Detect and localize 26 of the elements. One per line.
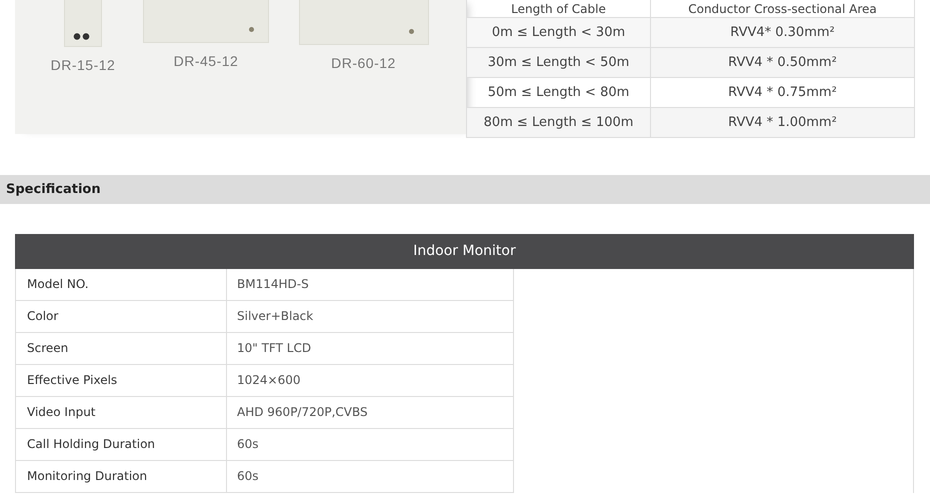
power-supply-drawing — [64, 0, 102, 47]
table-cell: Effective Pixels — [16, 365, 227, 396]
table-cell-text: Silver+Black — [236, 308, 314, 325]
product-caption: DR-60-12 — [331, 55, 396, 71]
table-cell: 30m ≤ Length < 50m — [466, 48, 650, 78]
product-caption: DR-15-12 — [50, 57, 116, 73]
table-cell: 80m ≤ Length ≤ 100m — [466, 108, 650, 138]
table-cell-text: AHD 960P/720P,CVBS — [236, 404, 368, 421]
table-cell-text: 1024×600 — [236, 372, 300, 389]
table-cell: 0m ≤ Length < 30m — [466, 18, 650, 48]
table-cell: RVV4 * 0.50mm² — [650, 48, 914, 78]
product-caption: DR-45-12 — [174, 53, 238, 69]
table-cell-text: 60s — [236, 468, 259, 485]
table-cell: RVV4* 0.30mm² — [650, 18, 914, 48]
table-cell: Screen — [16, 333, 227, 364]
table-cell: Monitoring Duration — [16, 461, 227, 492]
table-cell: Video Input — [16, 397, 227, 428]
table-cell: Model NO. — [16, 269, 227, 300]
table-cell: RVV4 * 1.00mm² — [650, 108, 914, 138]
section-title: Specification — [6, 182, 101, 197]
table-cell: Call Holding Duration — [16, 429, 227, 460]
table-cell-text: 10" TFT LCD — [236, 340, 312, 357]
table-cell-text: 60s — [236, 436, 259, 453]
table-cell: Color — [16, 301, 227, 332]
table-cell-text: BM114HD-S — [236, 276, 309, 293]
table-title: Indoor Monitor — [15, 234, 914, 269]
